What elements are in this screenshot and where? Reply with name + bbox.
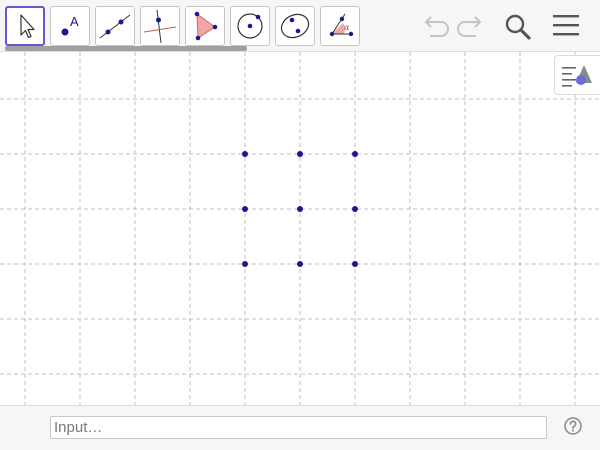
toolbar: A α (0, 0, 600, 52)
point[interactable] (242, 206, 248, 212)
line-icon (99, 14, 131, 39)
point-tool-button[interactable]: A (50, 6, 90, 46)
point[interactable] (242, 151, 248, 157)
main-menu-button[interactable] (548, 8, 582, 44)
angle-icon: α (329, 13, 354, 37)
help-button[interactable] (564, 417, 582, 435)
toolbar-scrollbar[interactable] (5, 46, 247, 51)
circle-with-center-icon (237, 13, 263, 39)
conic-through-points-tool-button[interactable] (275, 6, 315, 46)
search-button[interactable] (501, 8, 535, 44)
style-bar-toggle-icon (562, 65, 592, 87)
move-tool-button[interactable] (5, 6, 45, 46)
polygon-icon (194, 11, 218, 41)
help-icon (564, 417, 582, 435)
line-tool-button[interactable] (95, 6, 135, 46)
input-bar (0, 405, 600, 450)
point[interactable] (352, 151, 358, 157)
cursor-arrow-icon (20, 14, 35, 39)
point[interactable] (242, 261, 248, 267)
redo-button[interactable] (454, 8, 488, 44)
graphics-view[interactable] (0, 52, 600, 405)
redo-icon (457, 16, 482, 37)
angle-tool-label: α (344, 23, 349, 32)
search-icon (505, 14, 531, 40)
angle-tool-button[interactable]: α (320, 6, 360, 46)
undo-button[interactable] (418, 8, 452, 44)
point-tool-label: A (70, 14, 79, 29)
point[interactable] (297, 206, 303, 212)
point-icon: A (61, 14, 79, 36)
point[interactable] (352, 206, 358, 212)
hamburger-menu-icon (553, 15, 579, 36)
perpendicular-line-icon (143, 9, 177, 44)
point[interactable] (352, 261, 358, 267)
perpendicular-line-tool-button[interactable] (140, 6, 180, 46)
point[interactable] (297, 261, 303, 267)
undo-icon (424, 16, 449, 37)
circle-with-center-tool-button[interactable] (230, 6, 270, 46)
algebra-input-field[interactable] (50, 416, 547, 439)
conic-icon (280, 13, 310, 39)
polygon-tool-button[interactable] (185, 6, 225, 46)
graphics-canvas[interactable] (0, 52, 600, 405)
point[interactable] (297, 151, 303, 157)
style-bar-toggle-button[interactable] (554, 55, 600, 95)
